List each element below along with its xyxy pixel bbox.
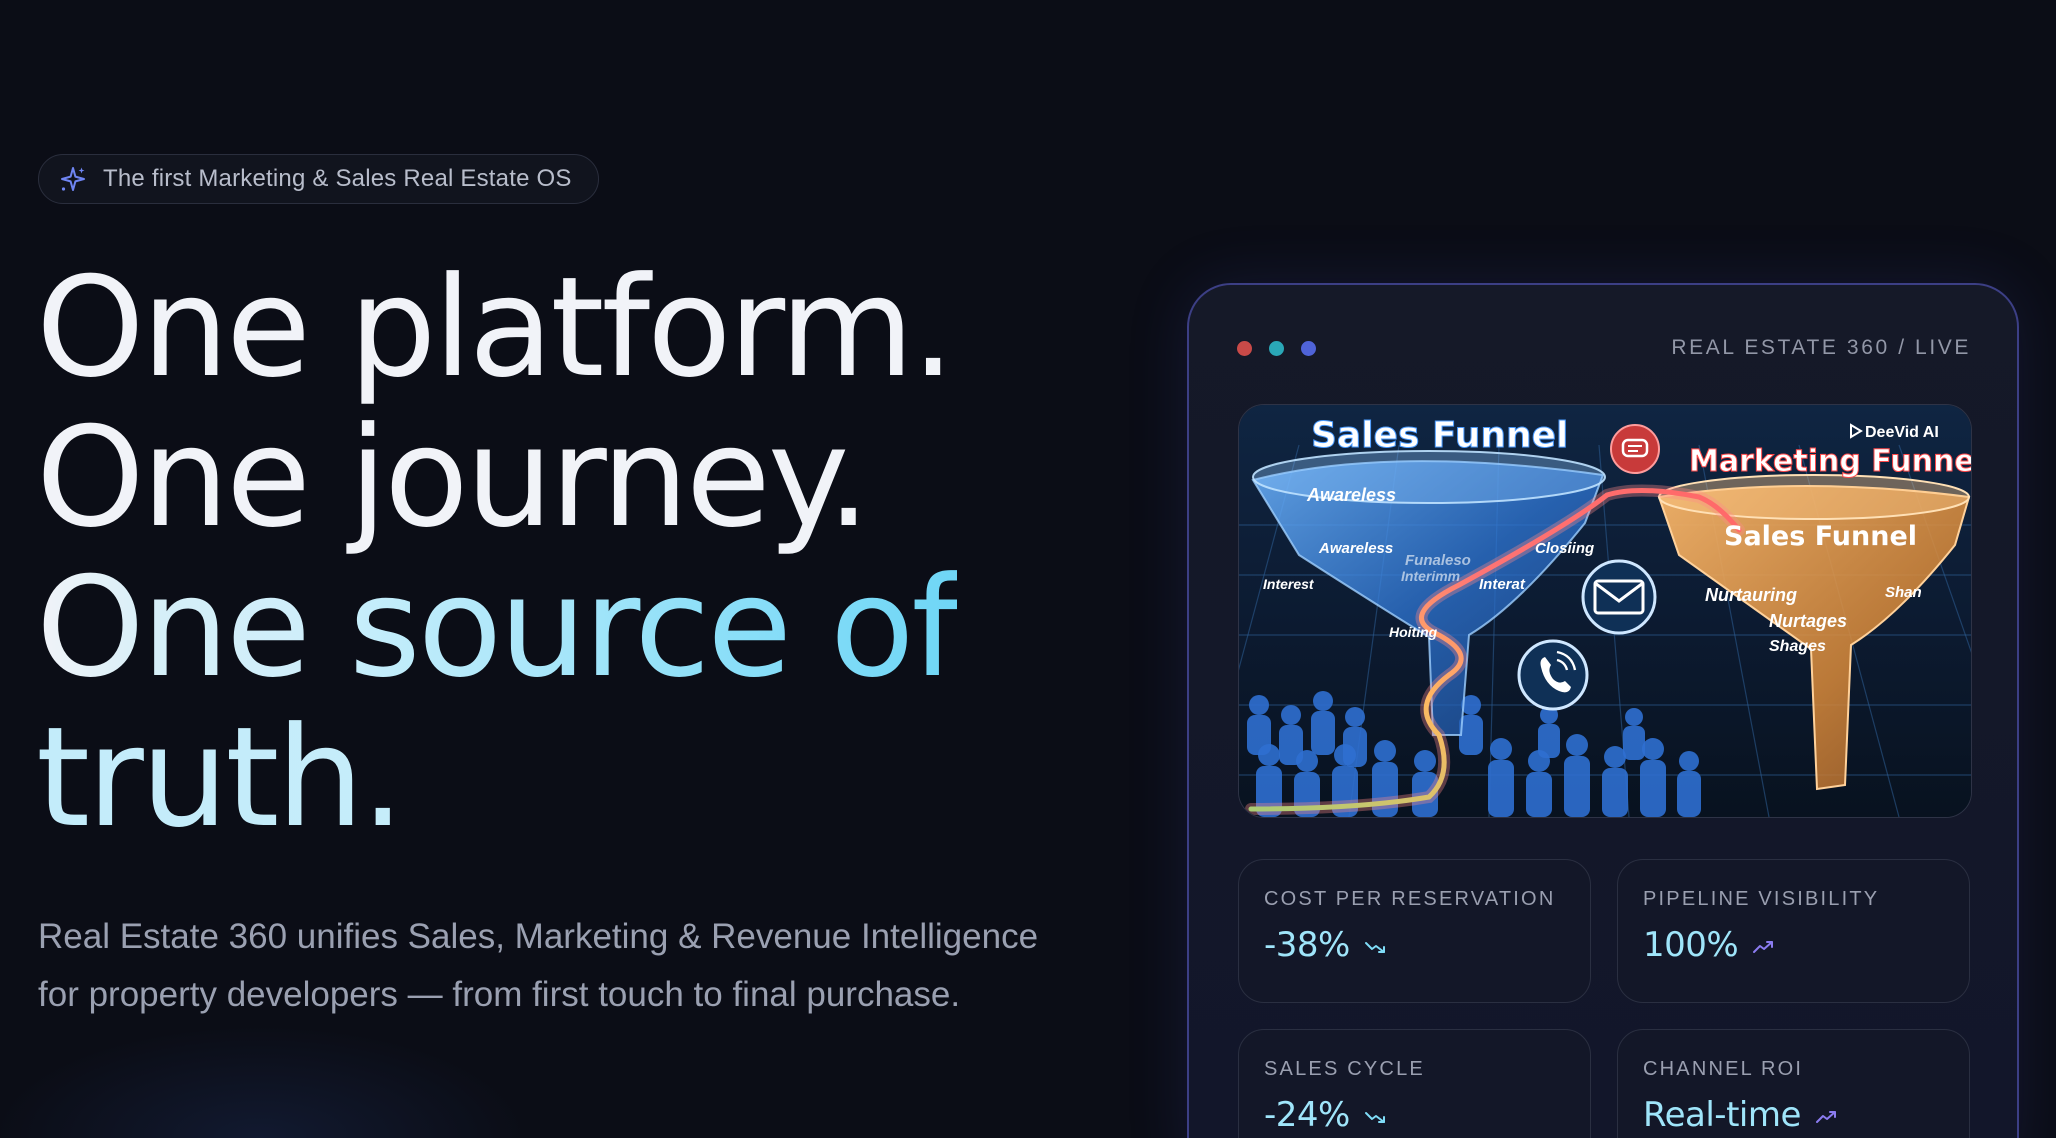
window-controls — [1237, 341, 1316, 356]
stat-value: -38% — [1264, 925, 1388, 965]
headline-line-3: One source of — [36, 553, 960, 703]
hero-headline: One platform. One journey. One source of… — [36, 247, 960, 853]
panel-title: REAL ESTATE 360 / LIVE — [1671, 336, 1971, 359]
headline-line-3-highlight: source of — [348, 547, 960, 708]
stat-card-sales-cycle: SALES CYCLE -24% — [1238, 1029, 1591, 1138]
dashboard-preview-panel: REAL ESTATE 360 / LIVE Sales Funnel Mark… — [1187, 283, 2019, 1138]
funnel-illustration-graphic: Sales Funnel Marketing Funnel Sales Funn… — [1239, 405, 1971, 817]
stat-value-text: 100% — [1643, 925, 1739, 965]
chat-icon — [1610, 424, 1660, 474]
hero-description: Real Estate 360 unifies Sales, Marketing… — [38, 917, 1039, 1014]
stat-label: CHANNEL ROI — [1643, 1058, 1804, 1080]
funnel-label: Shages — [1769, 638, 1826, 655]
stat-card-pipeline-visibility: PIPELINE VISIBILITY 100% — [1617, 859, 1970, 1003]
window-dot-red — [1237, 341, 1252, 356]
sparkle-icon — [61, 167, 85, 191]
funnel-label: Interest — [1263, 576, 1315, 592]
headline-line-4: truth. — [36, 703, 957, 853]
media-right-title: Marketing Funnel — [1689, 444, 1971, 479]
funnel-label: Hoiting — [1389, 624, 1438, 640]
stat-value: 100% — [1643, 925, 1776, 965]
stat-card-cost-per-reservation: COST PER RESERVATION -38% — [1238, 859, 1591, 1003]
media-right-inner-title: Sales Funnel — [1724, 521, 1917, 552]
mail-icon — [1581, 559, 1657, 635]
funnel-label: Awareless — [1306, 485, 1396, 505]
stat-value-text: -38% — [1264, 925, 1350, 965]
funnel-label: Nurtauring — [1705, 585, 1797, 605]
window-dot-blue — [1301, 341, 1316, 356]
trend-down-icon — [1364, 1111, 1385, 1123]
stat-card-channel-roi: CHANNEL ROI Real-time — [1617, 1029, 1970, 1138]
stat-value: Real-time — [1643, 1095, 1839, 1135]
watermark: DeeVid AI — [1850, 423, 1939, 441]
media-watermark: DeeVid AI — [1865, 424, 1939, 441]
funnel-label: Interat — [1479, 576, 1526, 593]
headline-line-1: One platform. — [36, 247, 955, 408]
funnel-label: Nurtages — [1769, 611, 1847, 631]
stat-label: SALES CYCLE — [1264, 1058, 1425, 1080]
trend-down-icon — [1364, 941, 1385, 953]
phone-icon — [1517, 639, 1589, 711]
trend-up-icon — [1753, 940, 1774, 953]
headline-line-2: One journey. — [36, 397, 871, 558]
headline-line-3-prefix: One — [36, 547, 349, 708]
hero-badge-label: The first Marketing & Sales Real Estate … — [103, 165, 572, 192]
stat-value: -24% — [1264, 1095, 1388, 1135]
trend-up-icon — [1815, 1110, 1836, 1123]
funnel-label: Closiing — [1535, 540, 1594, 557]
window-dot-teal — [1269, 341, 1284, 356]
funnel-illustration: Sales Funnel Marketing Funnel Sales Funn… — [1238, 404, 1972, 818]
funnel-label: Awareless — [1318, 540, 1393, 557]
funnel-label: Shan — [1885, 584, 1922, 601]
funnel-label: Funaleso — [1405, 552, 1471, 569]
funnel-label: Interimm — [1401, 568, 1460, 584]
stat-label: PIPELINE VISIBILITY — [1643, 888, 1880, 910]
hero-badge: The first Marketing & Sales Real Estate … — [38, 154, 599, 204]
media-left-title: Sales Funnel — [1311, 415, 1568, 456]
stat-value-text: Real-time — [1643, 1095, 1801, 1135]
stat-value-text: -24% — [1264, 1095, 1350, 1135]
stat-label: COST PER RESERVATION — [1264, 888, 1556, 910]
